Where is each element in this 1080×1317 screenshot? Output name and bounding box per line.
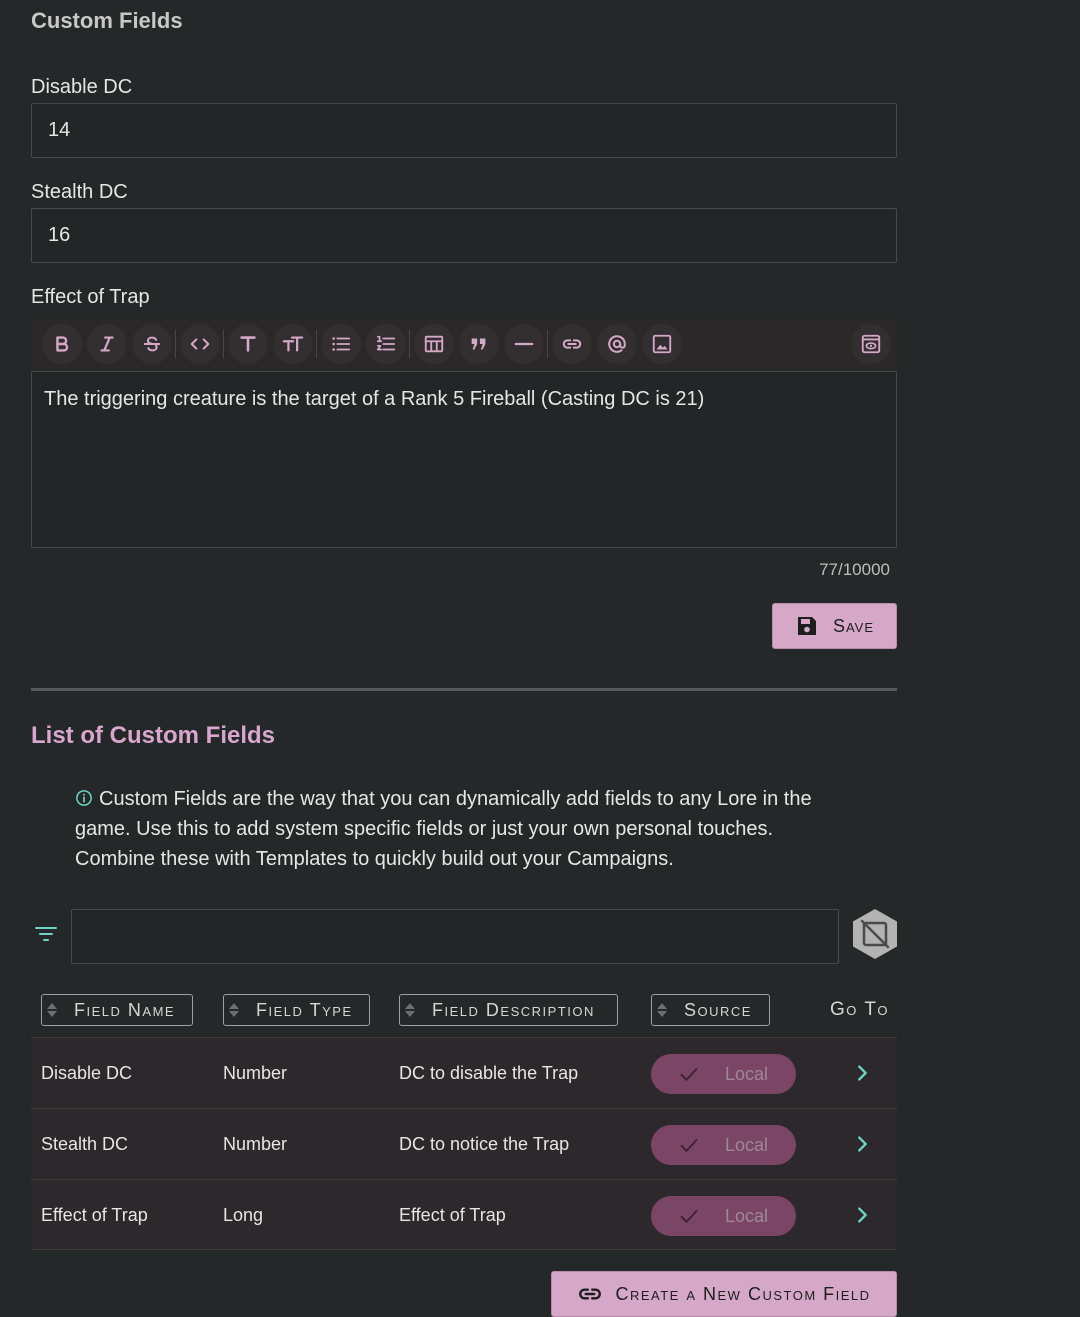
chevron-right-icon[interactable] (851, 1062, 873, 1084)
bullet-list-button[interactable] (320, 324, 361, 364)
create-custom-field-button[interactable]: Create a New Custom Field (551, 1271, 897, 1317)
code-button[interactable] (179, 324, 220, 364)
column-label-field-description: Field Description (432, 999, 595, 1020)
heading-icon (239, 336, 256, 352)
cell-field-name: Disable DC (41, 1062, 133, 1083)
cell-field-type: Long (223, 1204, 264, 1225)
image-icon (652, 334, 671, 354)
column-header-source[interactable]: Source (651, 994, 770, 1026)
cell-field-type: Number (223, 1133, 288, 1154)
horizontal-rule-icon (514, 342, 533, 346)
column-header-field-name[interactable]: Field Name (41, 994, 193, 1026)
sort-icon (405, 1003, 415, 1017)
stealth-dc-value: 16 (48, 224, 71, 246)
table-row: Stealth DC Number DC to notice the Trap … (31, 1108, 897, 1178)
table-icon (424, 335, 443, 353)
source-chip[interactable]: Local (651, 1125, 796, 1165)
link-button[interactable] (551, 324, 592, 364)
cell-field-description: DC to notice the Trap (399, 1133, 570, 1154)
table-bottom-border (31, 1249, 897, 1250)
column-label-field-type: Field Type (256, 999, 353, 1020)
cell-field-name: Stealth DC (41, 1133, 129, 1154)
preview-icon (861, 334, 881, 354)
cell-field-name: Effect of Trap (41, 1204, 148, 1225)
table-row: Effect of Trap Long Effect of Trap Local (31, 1179, 897, 1249)
character-counter: 77/10000 (819, 560, 890, 579)
section-divider (31, 688, 897, 691)
toolbar-separator (175, 330, 176, 358)
numbered-list-button[interactable] (365, 324, 406, 364)
preview-button[interactable] (851, 324, 891, 364)
toolbar-separator (223, 330, 224, 358)
table-button[interactable] (413, 324, 454, 364)
sort-icon (47, 1003, 57, 1017)
text-size-icon (282, 336, 303, 352)
italic-button[interactable] (86, 324, 127, 364)
link-icon (579, 1288, 602, 1300)
chevron-right-icon[interactable] (851, 1133, 873, 1155)
sort-icon (229, 1003, 239, 1017)
save-button[interactable]: Save (772, 603, 897, 649)
table-row: Disable DC Number DC to disable the Trap… (31, 1037, 897, 1107)
column-label-source: Source (684, 999, 752, 1020)
stealth-dc-input[interactable]: 16 (31, 208, 897, 263)
clear-filter-hex-icon[interactable] (851, 908, 899, 960)
filter-input[interactable] (71, 909, 839, 964)
image-button[interactable] (641, 324, 682, 364)
info-icon (76, 790, 92, 806)
disable-dc-input[interactable]: 14 (31, 103, 897, 158)
column-header-field-description[interactable]: Field Description (399, 994, 618, 1026)
link-icon (562, 339, 581, 349)
numbered-list-icon (376, 335, 395, 351)
source-chip-label: Local (725, 1205, 769, 1226)
checkmark-icon (680, 1210, 698, 1223)
stealth-dc-label: Stealth DC (31, 181, 128, 203)
bullet-list-icon (331, 337, 350, 351)
editor-toolbar (31, 318, 897, 370)
checkmark-icon (680, 1139, 698, 1152)
bold-icon (55, 336, 68, 352)
cell-field-description: DC to disable the Trap (399, 1062, 579, 1083)
heading-button[interactable] (227, 324, 268, 364)
toolbar-separator (409, 330, 410, 358)
italic-icon (99, 336, 114, 352)
sort-icon (657, 1003, 667, 1017)
disable-dc-value: 14 (48, 119, 71, 141)
strikethrough-icon (143, 336, 160, 352)
text-size-button[interactable] (272, 324, 313, 364)
chevron-right-icon[interactable] (851, 1204, 873, 1226)
mention-button[interactable] (596, 324, 637, 364)
horizontal-rule-button[interactable] (503, 324, 544, 364)
source-chip-label: Local (725, 1134, 769, 1155)
column-header-field-type[interactable]: Field Type (223, 994, 370, 1026)
toolbar-separator (316, 330, 317, 358)
code-icon (190, 338, 209, 350)
filter-icon[interactable] (34, 922, 58, 946)
list-title: List of Custom Fields (31, 722, 276, 749)
quote-icon (471, 338, 485, 350)
disable-dc-label: Disable DC (31, 76, 133, 98)
effect-of-trap-text: The triggering creature is the target of… (44, 388, 705, 410)
cell-field-description: Effect of Trap (399, 1204, 506, 1225)
column-label-field-name: Field Name (74, 999, 176, 1020)
quote-button[interactable] (458, 324, 499, 364)
info-text-block: Custom Fields are the way that you can d… (75, 784, 855, 874)
source-chip[interactable]: Local (651, 1054, 796, 1094)
toolbar-separator (547, 330, 548, 358)
strikethrough-button[interactable] (131, 324, 172, 364)
create-custom-field-label: Create a New Custom Field (615, 1283, 871, 1304)
effect-of-trap-editor[interactable]: The triggering creature is the target of… (31, 371, 897, 548)
checkmark-icon (680, 1068, 698, 1081)
cell-field-type: Number (223, 1062, 288, 1083)
info-text: Custom Fields are the way that you can d… (75, 788, 812, 870)
save-button-label: Save (832, 615, 875, 636)
mention-icon (607, 335, 626, 353)
section-title: Custom Fields (31, 8, 183, 33)
source-chip-label: Local (725, 1063, 769, 1084)
column-header-go-to: Go To (830, 999, 890, 1020)
floppy-disk-icon (797, 617, 816, 635)
bold-button[interactable] (41, 324, 82, 364)
effect-of-trap-label: Effect of Trap (31, 286, 150, 308)
source-chip[interactable]: Local (651, 1196, 796, 1236)
